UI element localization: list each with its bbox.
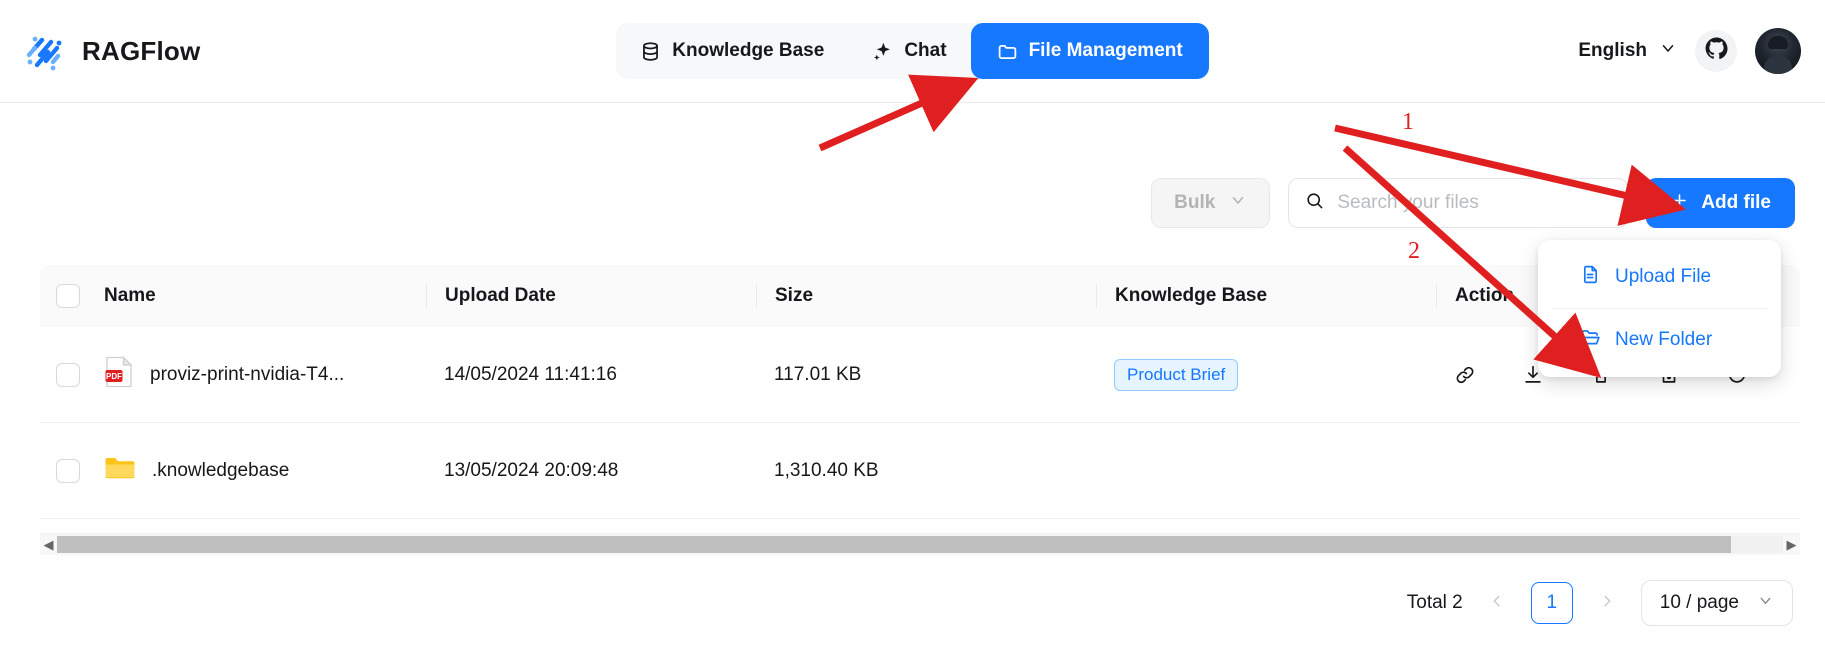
page-number-1[interactable]: 1 (1530, 582, 1573, 624)
language-label: English (1578, 40, 1647, 61)
scrollbar-thumb[interactable] (57, 536, 1732, 553)
horizontal-scrollbar[interactable]: ◀ ▶ (40, 533, 1800, 555)
header-right: English (1355, 28, 1825, 74)
brand[interactable]: RAGFlow (0, 27, 470, 75)
file-document-icon (1580, 264, 1601, 291)
add-file-button[interactable]: Add file (1646, 178, 1795, 228)
plus-icon (1670, 191, 1689, 216)
main-nav-wrapper: Knowledge Base Chat File Management (470, 23, 1355, 79)
bulk-dropdown-button[interactable]: Bulk (1151, 178, 1271, 228)
cell-name: PDF proviz-print-nvidia-T4... (96, 355, 426, 395)
search-icon (1305, 191, 1324, 215)
file-name-label: proviz-print-nvidia-T4... (150, 363, 345, 385)
menu-item-upload-file[interactable]: Upload File (1538, 250, 1781, 304)
column-header-name[interactable]: Name (96, 285, 426, 307)
row-checkbox[interactable] (56, 458, 80, 483)
folder-icon (997, 41, 1018, 62)
toolbar: Bulk Add file (1151, 178, 1795, 228)
app-header: RAGFlow Knowledge Base Chat File Managem… (0, 0, 1825, 103)
brand-name: RAGFlow (82, 35, 201, 66)
search-input[interactable] (1337, 192, 1612, 214)
annotation-number-1: 1 (1402, 109, 1414, 135)
pdf-file-icon: PDF (104, 355, 134, 395)
cell-knowledge-base: Product Brief (1096, 358, 1436, 391)
sparkle-icon (872, 41, 893, 62)
column-header-upload-date[interactable]: Upload Date (426, 285, 756, 307)
bulk-label: Bulk (1174, 192, 1216, 213)
cell-size: 1,310.40 KB (774, 459, 879, 481)
table-row[interactable]: PDF proviz-print-nvidia-T4... 14/05/2024… (40, 327, 1800, 423)
menu-item-new-folder[interactable]: New Folder (1538, 313, 1781, 367)
table-header-row: Name Upload Date Size Knowledge Base Act… (40, 265, 1800, 327)
nav-item-file-management[interactable]: File Management (970, 23, 1209, 79)
language-selector[interactable]: English (1578, 39, 1677, 63)
link-icon[interactable] (1454, 364, 1476, 386)
github-icon (1705, 37, 1728, 65)
file-management-page: RAGFlow Knowledge Base Chat File Managem… (0, 0, 1825, 657)
row-checkbox[interactable] (56, 362, 80, 387)
file-name-label: .knowledgebase (152, 459, 290, 481)
chevron-left-icon[interactable] (1485, 592, 1509, 615)
search-box[interactable] (1288, 178, 1629, 228)
table-row[interactable]: .knowledgebase 13/05/2024 20:09:48 1,310… (40, 423, 1800, 519)
avatar[interactable] (1755, 28, 1801, 74)
row-select-cell (40, 362, 96, 387)
files-table: Name Upload Date Size Knowledge Base Act… (40, 265, 1800, 519)
database-icon (640, 41, 661, 62)
nav-label-file-management: File Management (1028, 40, 1183, 61)
nav-label-knowledge-base: Knowledge Base (672, 40, 825, 61)
page-size-label: 10 / page (1659, 592, 1739, 613)
chevron-down-icon (1229, 191, 1247, 215)
scrollbar-track[interactable] (57, 536, 1783, 553)
add-file-label: Add file (1701, 192, 1771, 213)
chevron-right-icon[interactable] (1595, 592, 1619, 615)
triangle-left-icon[interactable]: ◀ (40, 537, 57, 553)
svg-text:PDF: PDF (106, 372, 122, 381)
row-select-cell (40, 458, 96, 483)
cell-upload-date: 14/05/2024 11:41:16 (444, 363, 617, 385)
column-header-knowledge-base[interactable]: Knowledge Base (1096, 285, 1436, 307)
folder-open-icon (1580, 327, 1601, 354)
cell-name: .knowledgebase (96, 454, 426, 488)
column-header-size[interactable]: Size (756, 285, 1096, 307)
add-file-dropdown-menu: Upload File New Folder (1538, 240, 1781, 377)
chevron-down-icon (1659, 39, 1677, 63)
menu-divider (1552, 308, 1767, 309)
select-all-cell (40, 284, 96, 308)
pagination: Total 2 1 10 / page (1407, 580, 1793, 626)
select-all-checkbox[interactable] (56, 284, 80, 308)
status-badge: Product Brief (1114, 358, 1239, 391)
ragflow-logo-icon (20, 27, 68, 75)
annotation-number-2: 2 (1408, 238, 1420, 264)
folder-icon (104, 454, 136, 488)
cell-upload-date: 13/05/2024 20:09:48 (444, 459, 619, 481)
menu-label-new-folder: New Folder (1615, 329, 1713, 350)
main-nav: Knowledge Base Chat File Management (616, 23, 1209, 79)
cell-size: 117.01 KB (774, 363, 862, 385)
github-link[interactable] (1695, 30, 1737, 72)
chevron-down-icon (1757, 592, 1774, 615)
page-size-selector[interactable]: 10 / page (1640, 580, 1793, 626)
total-count-label: Total 2 (1406, 592, 1463, 613)
menu-label-upload-file: Upload File (1615, 266, 1712, 287)
nav-item-knowledge-base[interactable]: Knowledge Base (616, 23, 848, 79)
nav-label-chat: Chat (904, 40, 947, 61)
nav-item-chat[interactable]: Chat (848, 23, 970, 79)
triangle-right-icon[interactable]: ▶ (1783, 537, 1800, 553)
